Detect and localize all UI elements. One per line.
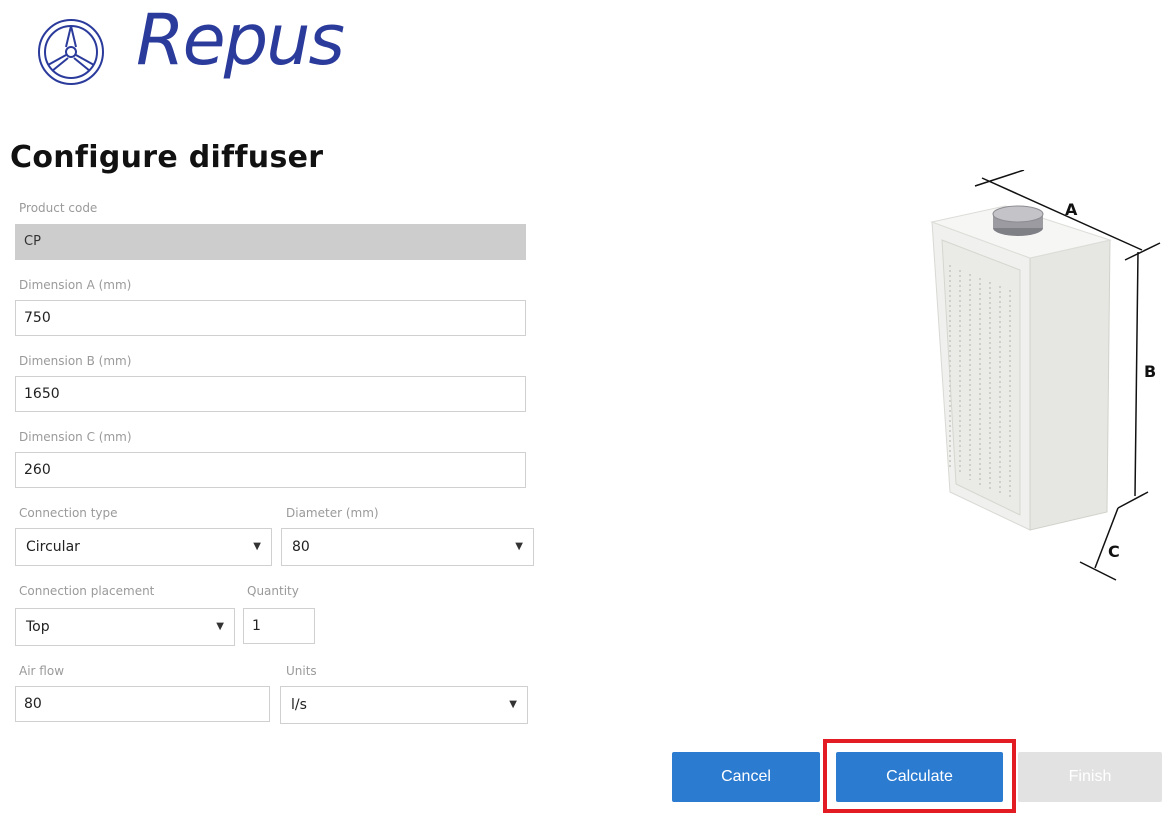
- dimension-a-label: Dimension A (mm): [19, 278, 132, 292]
- connection-type-value: Circular: [26, 539, 80, 555]
- dimension-c-marker: C: [1108, 542, 1120, 561]
- page-title: Configure diffuser: [10, 140, 324, 175]
- dimension-a-marker: A: [1065, 200, 1078, 219]
- units-value: l/s: [291, 697, 307, 713]
- repus-logo: Repus: [36, 0, 366, 97]
- dimension-c-label: Dimension C (mm): [19, 430, 132, 444]
- air-flow-label: Air flow: [19, 664, 65, 678]
- connection-type-select[interactable]: Circular ▼: [15, 528, 272, 566]
- air-flow-input[interactable]: 80: [15, 686, 270, 722]
- connection-placement-select[interactable]: Top ▼: [15, 608, 235, 646]
- connection-placement-value: Top: [26, 619, 50, 635]
- units-label: Units: [286, 664, 317, 678]
- product-code-field: CP: [15, 224, 526, 260]
- diffuser-illustration: [930, 169, 1161, 581]
- units-select[interactable]: l/s ▼: [280, 686, 528, 724]
- dimension-b-label: Dimension B (mm): [19, 354, 132, 368]
- calculate-highlight-box: [823, 739, 1016, 813]
- connection-type-label: Connection type: [19, 506, 118, 520]
- dimension-b-marker: B: [1144, 362, 1157, 381]
- diameter-value: 80: [292, 539, 310, 555]
- quantity-label: Quantity: [247, 584, 299, 598]
- product-code-label: Product code: [19, 201, 98, 215]
- chevron-down-icon: ▼: [515, 541, 523, 552]
- finish-button[interactable]: Finish: [1018, 752, 1162, 802]
- chevron-down-icon: ▼: [216, 621, 224, 632]
- quantity-input[interactable]: 1: [243, 608, 315, 644]
- chevron-down-icon: ▼: [253, 541, 261, 552]
- brand-name: Repus: [136, 0, 345, 81]
- dimension-c-input[interactable]: 260: [15, 452, 526, 488]
- repus-wheel-logo-icon: [38, 19, 104, 85]
- chevron-down-icon: ▼: [509, 699, 517, 710]
- dimension-a-input[interactable]: 750: [15, 300, 526, 336]
- diffuser-diagram: A B C: [920, 169, 1165, 590]
- diameter-label: Diameter (mm): [286, 506, 379, 520]
- cancel-button[interactable]: Cancel: [672, 752, 820, 802]
- diameter-select[interactable]: 80 ▼: [281, 528, 534, 566]
- connection-placement-label: Connection placement: [19, 584, 155, 598]
- dimension-b-input[interactable]: 1650: [15, 376, 526, 412]
